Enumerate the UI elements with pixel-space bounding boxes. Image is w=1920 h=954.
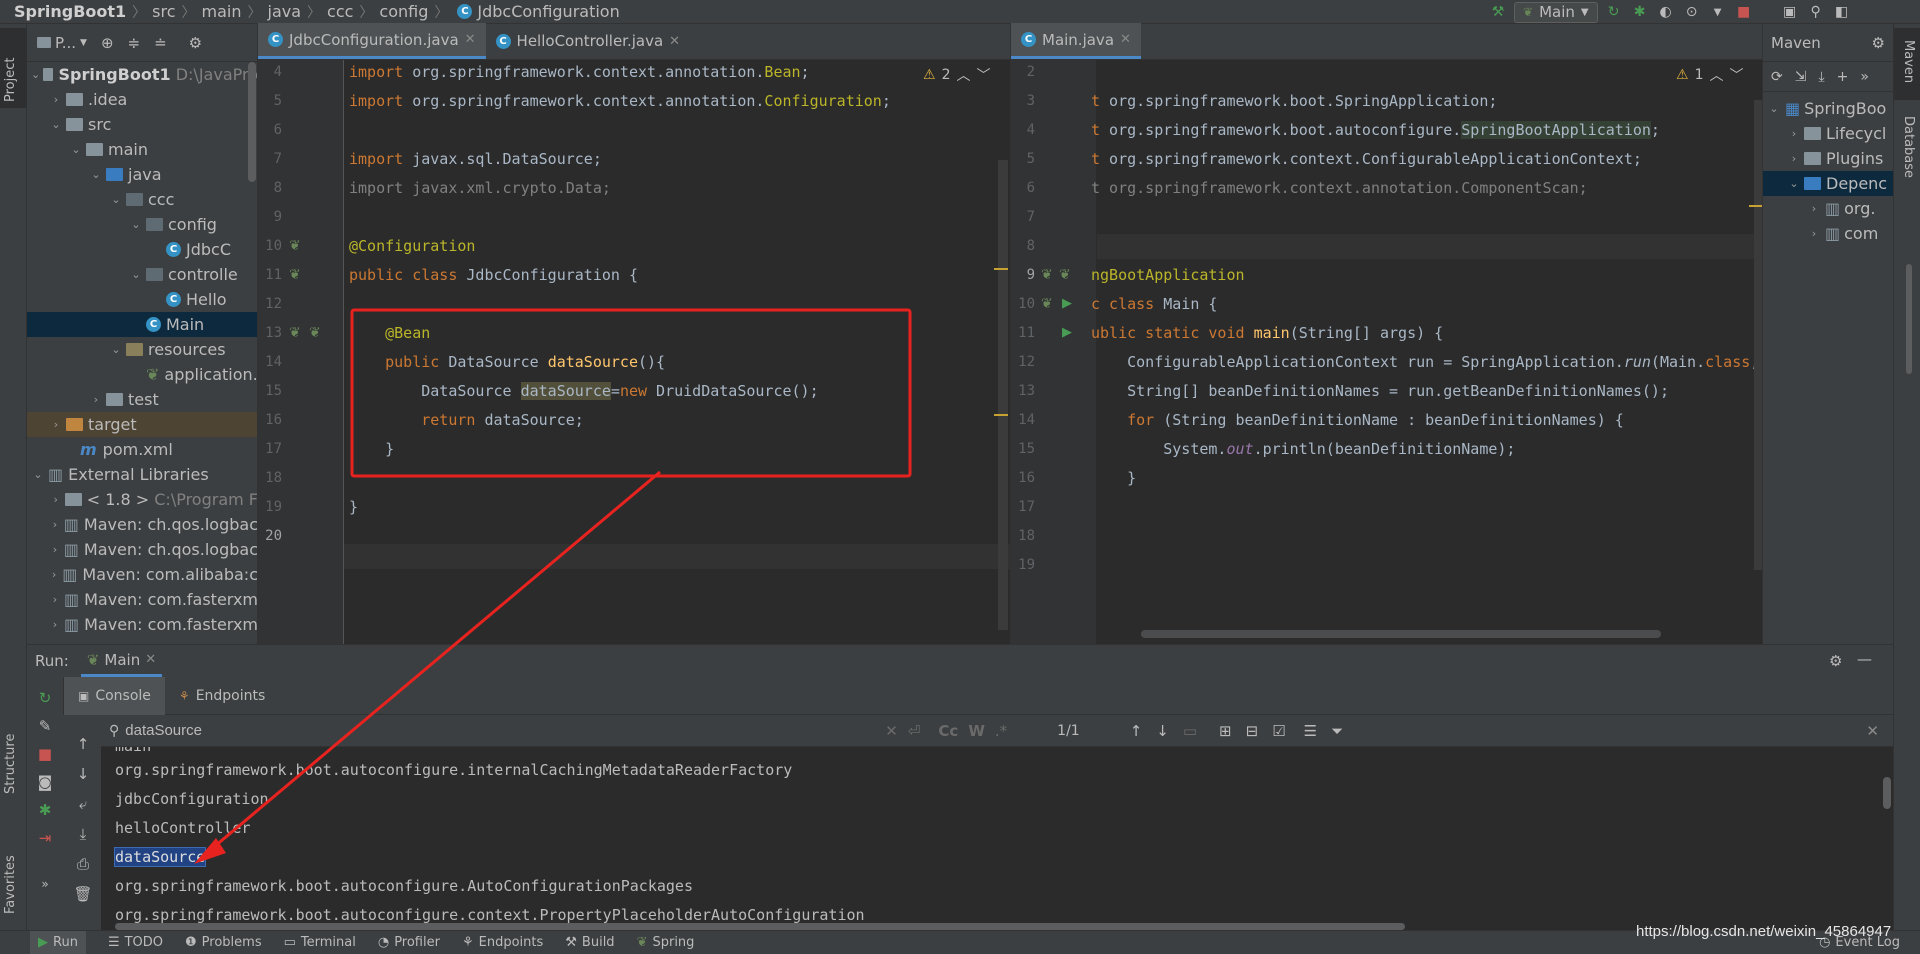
- tool-todo[interactable]: ☰ TODO: [108, 935, 163, 950]
- annotation-overlay: [194, 308, 912, 864]
- tool-label: Endpoints: [478, 935, 544, 950]
- tool-label: Terminal: [300, 935, 356, 950]
- info-icon: ❶: [185, 935, 197, 950]
- tool-run[interactable]: ▶ Run: [30, 930, 86, 954]
- tool-spring[interactable]: ❦ Spring: [637, 935, 695, 950]
- hammer-icon: ⚒: [565, 935, 577, 950]
- tool-label: Spring: [652, 935, 695, 950]
- spring-icon: ❦: [636, 935, 648, 950]
- tool-label: Run: [53, 935, 78, 950]
- highlight-box: [350, 308, 912, 478]
- tool-build[interactable]: ⚒ Build: [565, 935, 614, 950]
- tool-problems[interactable]: ❶ Problems: [185, 935, 262, 950]
- run-icon: ▶: [38, 935, 48, 950]
- endpoints-icon: ⚘: [461, 935, 474, 950]
- terminal-icon: ▭: [283, 935, 296, 950]
- tool-window-bar: ▶ Run ☰ TODO ❶ Problems ▭ Terminal ◔ Profiler…: [0, 930, 1920, 954]
- list-icon: ☰: [107, 935, 120, 950]
- tool-label: Profiler: [394, 935, 440, 950]
- tool-profiler[interactable]: ◔ Profiler: [378, 935, 440, 950]
- tool-terminal[interactable]: ▭ Terminal: [284, 935, 356, 950]
- tool-label: Problems: [201, 935, 262, 950]
- watermark: https://blog.csdn.net/weixin_45864947: [1636, 923, 1892, 940]
- annotation-arrow-line: [207, 470, 661, 854]
- profiler-icon: ◔: [377, 935, 390, 950]
- tool-label: Build: [581, 935, 615, 950]
- tool-label: TODO: [124, 935, 164, 950]
- tool-endpoints[interactable]: ⚘ Endpoints: [462, 935, 543, 950]
